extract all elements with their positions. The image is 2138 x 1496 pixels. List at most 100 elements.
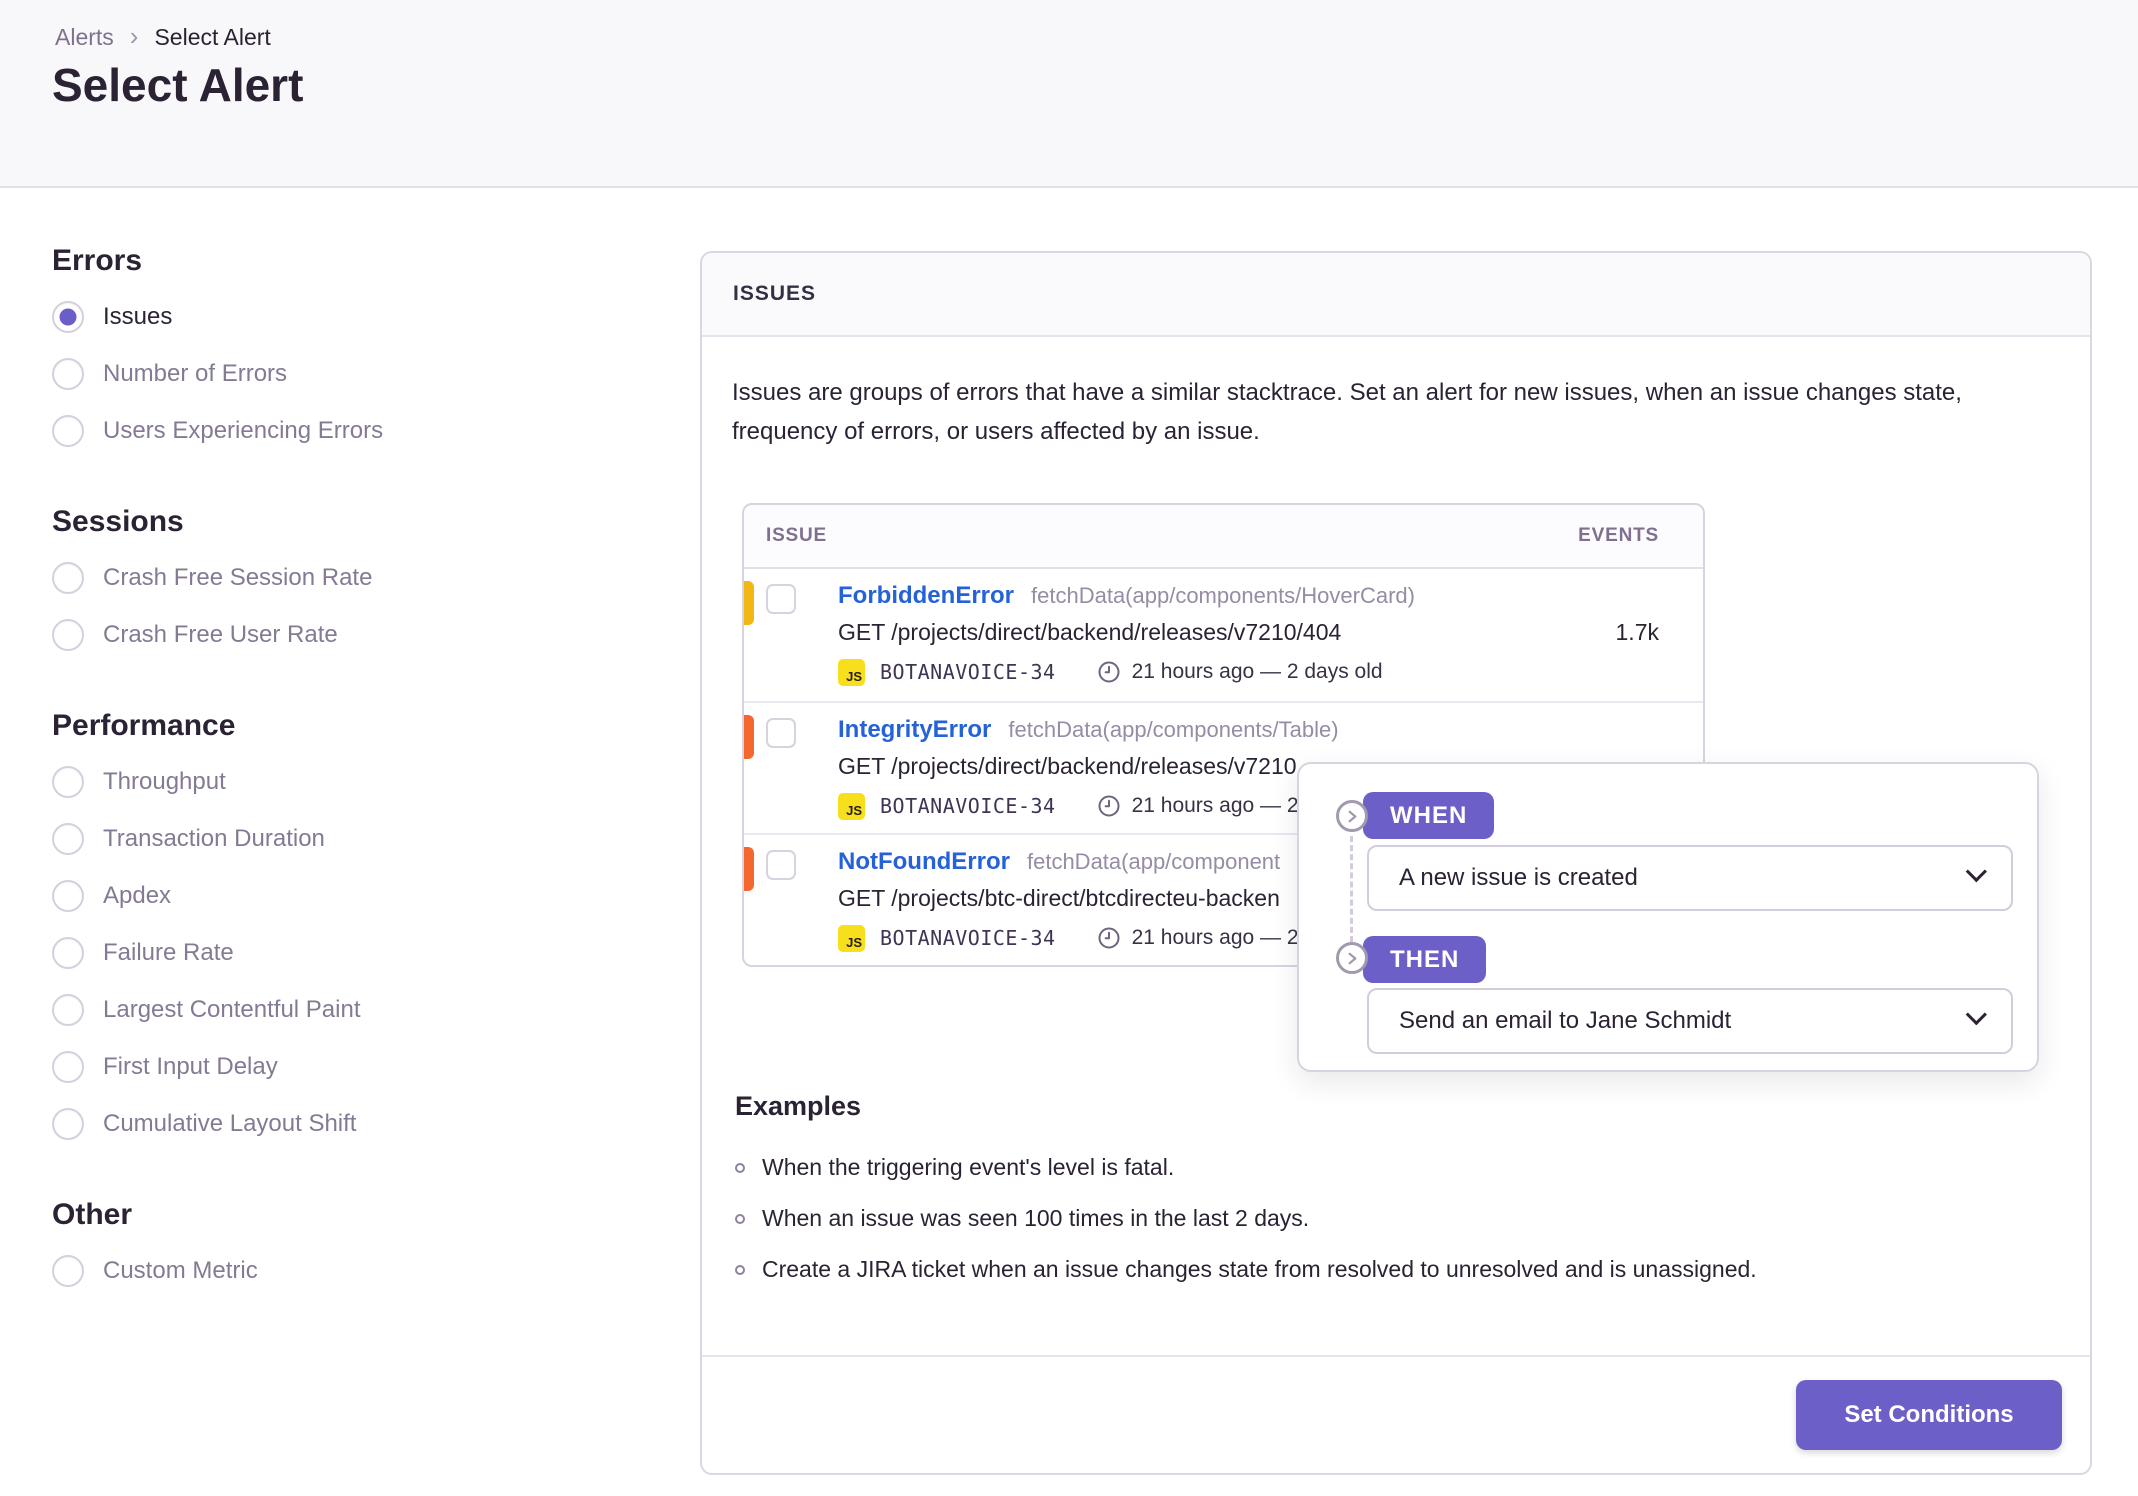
panel-header: ISSUES <box>702 253 2090 337</box>
radio-button[interactable] <box>52 1108 84 1140</box>
radio-label: Largest Contentful Paint <box>103 996 361 1023</box>
alert-type-radio-option[interactable]: Throughput <box>52 764 652 800</box>
alert-type-radio-option[interactable]: Number of Errors <box>52 356 652 392</box>
breadcrumb: Alerts › Select Alert <box>55 20 271 51</box>
alert-type-radio-option[interactable]: Issues <box>52 299 652 335</box>
example-item: Create a JIRA ticket when an issue chang… <box>735 1244 2060 1295</box>
breadcrumb-link-alerts[interactable]: Alerts <box>55 24 114 51</box>
then-badge: THEN <box>1363 936 1487 983</box>
panel-footer: Set Conditions <box>702 1355 2090 1473</box>
issue-table-row: ForbiddenError fetchData(app/components/… <box>744 569 1703 701</box>
clock-icon <box>1098 661 1120 683</box>
issue-age: 21 hours ago — 2 days old <box>1131 660 1383 683</box>
alert-type-radio-option[interactable]: Cumulative Layout Shift <box>52 1106 652 1142</box>
issue-events-count: 1.7k <box>1615 619 1659 645</box>
bullet-icon <box>735 1162 745 1173</box>
alert-type-radio-option[interactable]: Custom Metric <box>52 1253 652 1289</box>
radio-label: Issues <box>103 303 173 330</box>
radio-button[interactable] <box>52 562 84 594</box>
alert-type-radio-option[interactable]: Largest Contentful Paint <box>52 992 652 1028</box>
chevron-right-circle-icon <box>1336 942 1368 974</box>
issue-title-link[interactable]: ForbiddenError <box>838 582 1014 610</box>
alert-type-radio-option[interactable]: Apdex <box>52 878 652 914</box>
alert-type-radio-option[interactable]: Crash Free User Rate <box>52 617 652 653</box>
alert-type-radio-option[interactable]: Crash Free Session Rate <box>52 560 652 596</box>
alert-type-radio-option[interactable]: Transaction Duration <box>52 821 652 857</box>
set-conditions-button[interactable]: Set Conditions <box>1796 1380 2062 1450</box>
issue-culprit: fetchData(app/component <box>1026 849 1281 874</box>
issue-title-link[interactable]: NotFoundError <box>838 848 1010 876</box>
example-item: When an issue was seen 100 times in the … <box>735 1193 2060 1244</box>
radio-label: Crash Free User Rate <box>103 621 338 648</box>
radio-button[interactable] <box>52 1051 84 1083</box>
alert-type-radio-option[interactable]: Failure Rate <box>52 935 652 971</box>
sidebar-section-title: Sessions <box>52 505 184 538</box>
chevron-down-icon <box>1965 860 1987 882</box>
issue-title-link[interactable]: IntegrityError <box>838 716 991 744</box>
column-header-issue: ISSUE <box>766 525 828 546</box>
then-action-select[interactable]: Send an email to Jane Schmidt <box>1367 988 2013 1054</box>
sidebar-section-title: Performance <box>52 709 236 742</box>
bullet-icon <box>735 1213 745 1224</box>
issues-description: Issues are groups of errors that have a … <box>732 379 1962 445</box>
radio-label: Custom Metric <box>103 1257 258 1284</box>
radio-button[interactable] <box>52 619 84 651</box>
sidebar-section: Sessions Crash Free Session Rate Crash F… <box>52 505 652 653</box>
column-header-events: EVENTS <box>1578 525 1659 546</box>
chevron-right-circle-icon <box>1336 800 1368 832</box>
issue-transaction: GET /projects/direct/backend/releases/v7… <box>838 619 1342 645</box>
radio-button[interactable] <box>52 415 84 447</box>
radio-button[interactable] <box>52 301 84 333</box>
when-badge: WHEN <box>1363 792 1495 839</box>
radio-button[interactable] <box>52 937 84 969</box>
chevron-down-icon <box>1965 1003 1987 1025</box>
page-title: Select Alert <box>52 59 304 111</box>
radio-label: Transaction Duration <box>103 825 325 852</box>
issues-table-header: ISSUE EVENTS <box>744 505 1703 569</box>
sidebar-section: Other Custom Metric <box>52 1198 652 1289</box>
sidebar-section-title: Other <box>52 1198 133 1231</box>
radio-button[interactable] <box>52 994 84 1026</box>
platform-js-badge: JS <box>838 924 865 952</box>
issue-level-bar <box>744 581 754 625</box>
when-condition-select[interactable]: A new issue is created <box>1367 845 2013 911</box>
radio-label: Failure Rate <box>103 939 234 966</box>
when-condition-value: A new issue is created <box>1399 864 1638 891</box>
bullet-icon <box>735 1264 745 1275</box>
alert-type-radio-option[interactable]: Users Experiencing Errors <box>52 413 652 449</box>
alert-type-sidebar: Errors Issues Number of Errors Users Exp… <box>52 244 652 1345</box>
radio-button[interactable] <box>52 358 84 390</box>
issue-checkbox[interactable] <box>766 584 796 614</box>
breadcrumb-chevron-icon: › <box>129 20 139 51</box>
clock-icon <box>1098 927 1120 949</box>
radio-button[interactable] <box>52 823 84 855</box>
project-slug: BOTANAVOICE-34 <box>880 660 1056 684</box>
platform-js-badge: JS <box>838 658 865 686</box>
radio-label: Number of Errors <box>103 360 288 387</box>
example-item: When the triggering event's level is fat… <box>735 1142 2060 1193</box>
example-text: Create a JIRA ticket when an issue chang… <box>762 1256 1757 1282</box>
radio-label: Throughput <box>103 768 226 795</box>
alert-type-radio-option[interactable]: First Input Delay <box>52 1049 652 1085</box>
project-slug: BOTANAVOICE-34 <box>880 794 1056 818</box>
then-action-value: Send an email to Jane Schmidt <box>1399 1007 1732 1034</box>
clock-icon <box>1098 795 1120 817</box>
radio-button[interactable] <box>52 766 84 798</box>
radio-button[interactable] <box>52 1255 84 1287</box>
example-text: When the triggering event's level is fat… <box>762 1154 1175 1180</box>
radio-label: First Input Delay <box>103 1053 278 1080</box>
alert-rule-card: WHEN A new issue is created THEN Send an… <box>1297 762 2039 1072</box>
issue-level-bar <box>744 715 754 759</box>
issue-checkbox[interactable] <box>766 850 796 880</box>
issue-checkbox[interactable] <box>766 718 796 748</box>
radio-button[interactable] <box>52 880 84 912</box>
radio-label: Crash Free Session Rate <box>103 564 373 591</box>
radio-label: Cumulative Layout Shift <box>103 1110 357 1137</box>
project-slug: BOTANAVOICE-34 <box>880 926 1056 950</box>
radio-label: Apdex <box>103 882 172 909</box>
platform-js-badge: JS <box>838 792 865 820</box>
sidebar-section: Performance Throughput Transaction Durat… <box>52 709 652 1142</box>
issue-culprit: fetchData(app/components/Table) <box>1008 717 1339 742</box>
step-connector-line <box>1350 836 1353 942</box>
examples-section: Examples When the triggering event's lev… <box>735 1091 2060 1295</box>
